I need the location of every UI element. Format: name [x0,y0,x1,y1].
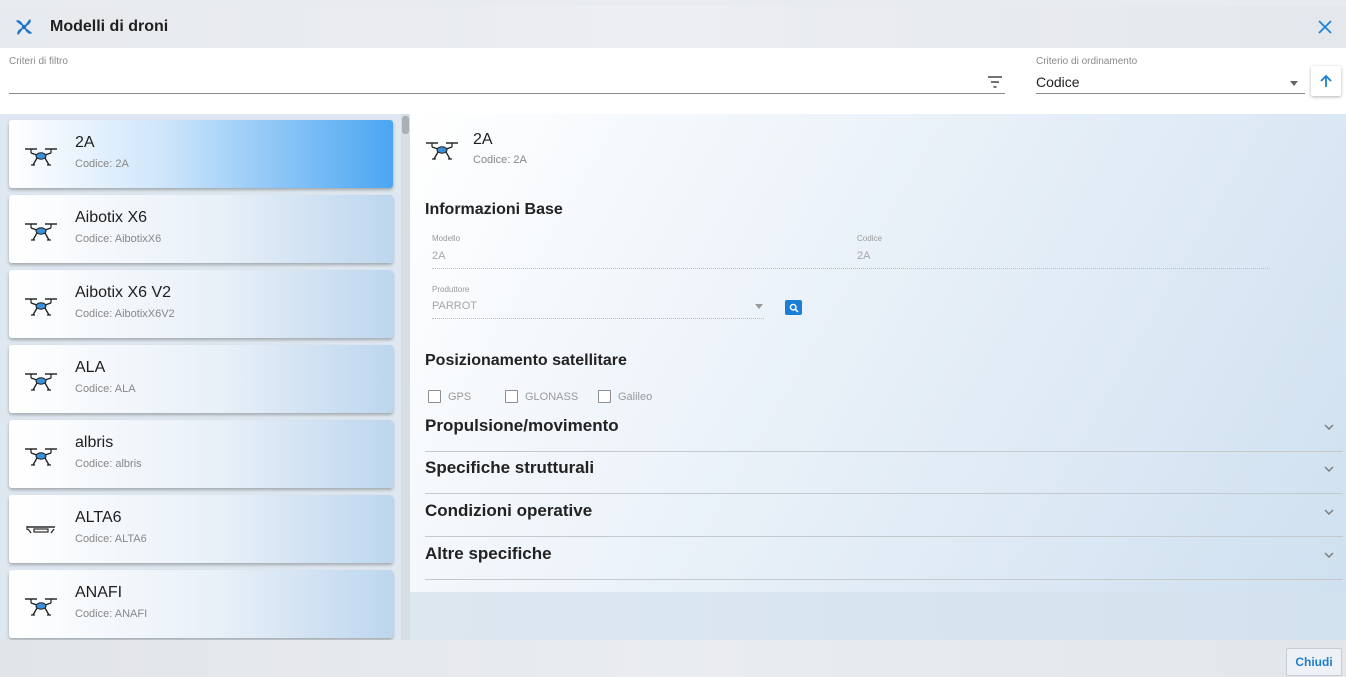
produttore-select[interactable]: PARROT [432,300,477,312]
chevron-down-icon [1323,508,1335,516]
filter-label: Criteri di filtro [9,56,68,67]
list-item-code: Codice: albris [75,458,142,470]
drone-icon [23,440,59,468]
accordion-propulsione[interactable]: Propulsione/movimento [425,410,1343,452]
divider [425,493,1343,494]
checkbox-label: Galileo [618,390,653,403]
caret-down-icon[interactable] [755,304,763,309]
arrow-up-icon [1320,74,1332,87]
list-item-name: ANAFI [75,584,123,601]
sort-underline [1036,93,1305,94]
list-item-code: Codice: ANAFI [75,608,148,620]
list-item-code: Codice: ALA [75,383,136,395]
list-item-name: Aibotix X6 V2 [75,284,172,301]
sort-select[interactable]: Codice [1036,74,1080,90]
detail-panel: 2A Codice: 2A Informazioni Base Modello … [410,114,1346,592]
chevron-down-icon [1323,465,1335,473]
accordion-title: Specifiche strutturali [425,458,595,477]
codice-field[interactable]: 2A [857,250,870,262]
accordion-title: Altre specifiche [425,544,552,563]
modello-field[interactable]: 2A [432,250,445,262]
list-item[interactable]: ALA Codice: ALA [9,345,393,413]
detail-code: Codice: 2A [473,154,527,166]
list-item[interactable]: albris Codice: albris [9,420,393,488]
chevron-down-icon [1323,551,1335,559]
search-button[interactable] [785,300,802,315]
accordion-title: Propulsione/movimento [425,416,619,435]
divider [425,536,1343,537]
checkbox-box[interactable] [598,390,611,403]
section-info-base-title: Informazioni Base [425,201,563,218]
scrollbar-thumb[interactable] [402,116,409,134]
drone-icon [23,590,59,618]
list-item-code: Codice: 2A [75,158,129,170]
list-scrollbar[interactable] [401,114,410,640]
list-item-name: ALA [75,359,106,376]
drone-icon [23,290,59,318]
list-item-name: 2A [75,134,95,151]
caret-down-icon[interactable] [1290,81,1298,86]
accordion-title: Condizioni operative [425,501,593,520]
multirotor-frame-icon [23,515,59,543]
list-item[interactable]: ANAFI Codice: ANAFI [9,570,393,638]
checkbox-gps[interactable]: GPS [428,390,471,403]
filter-bar: Criteri di filtro Criterio di ordinament… [0,48,1346,114]
detail-panel-background [410,592,1346,640]
accordion-condizioni-operative[interactable]: Condizioni operative [425,495,1343,537]
list-item-name: albris [75,434,114,451]
field-underline [432,268,1270,269]
drone-icon [424,134,460,162]
sort-label: Criterio di ordinamento [1036,56,1138,67]
accordion-altre-specifiche[interactable]: Altre specifiche [425,538,1343,580]
divider [425,579,1343,580]
filter-input[interactable] [9,93,1005,94]
list-item[interactable]: Aibotix X6 Codice: AibotixX6 [9,195,393,263]
list-item-code: Codice: ALTA6 [75,533,147,545]
footer-bar: Chiudi [0,640,1346,677]
close-button[interactable]: Chiudi [1286,648,1342,676]
accordion-specifiche-strutturali[interactable]: Specifiche strutturali [425,452,1343,494]
field-underline [432,318,764,319]
drone-icon [23,215,59,243]
list-item-code: Codice: AibotixX6V2 [75,308,175,320]
checkbox-label: GLONASS [525,390,579,403]
list-item[interactable]: 2A Codice: 2A [9,120,393,188]
drone-icon [23,140,59,168]
codice-label: Codice [857,234,882,243]
list-item-name: Aibotix X6 [75,209,148,226]
drone-model-list: 2A Codice: 2A Aibotix X6 Codice: Aibotix… [0,114,410,640]
modello-label: Modello [432,234,461,243]
title-bar: Modelli di droni [0,6,1346,48]
window-title: Modelli di droni [50,18,169,35]
filter-icon[interactable] [986,74,1004,90]
search-icon [789,303,799,313]
section-satellite-title: Posizionamento satellitare [425,352,627,369]
checkbox-glonass[interactable]: GLONASS [505,390,578,403]
produttore-label: Produttore [432,285,470,294]
sort-direction-button[interactable] [1311,66,1341,96]
close-icon[interactable] [1314,16,1336,38]
detail-name: 2A [473,131,493,148]
chevron-down-icon [1323,423,1335,431]
checkbox-label: GPS [448,390,472,403]
checkbox-galileo[interactable]: Galileo [598,390,652,403]
drone-icon [23,365,59,393]
checkbox-box[interactable] [428,390,441,403]
list-item-code: Codice: AibotixX6 [75,233,162,245]
list-item[interactable]: Aibotix X6 V2 Codice: AibotixX6V2 [9,270,393,338]
list-item[interactable]: ALTA6 Codice: ALTA6 [9,495,393,563]
drone-fan-icon [16,19,32,35]
list-item-name: ALTA6 [75,509,122,526]
checkbox-box[interactable] [505,390,518,403]
